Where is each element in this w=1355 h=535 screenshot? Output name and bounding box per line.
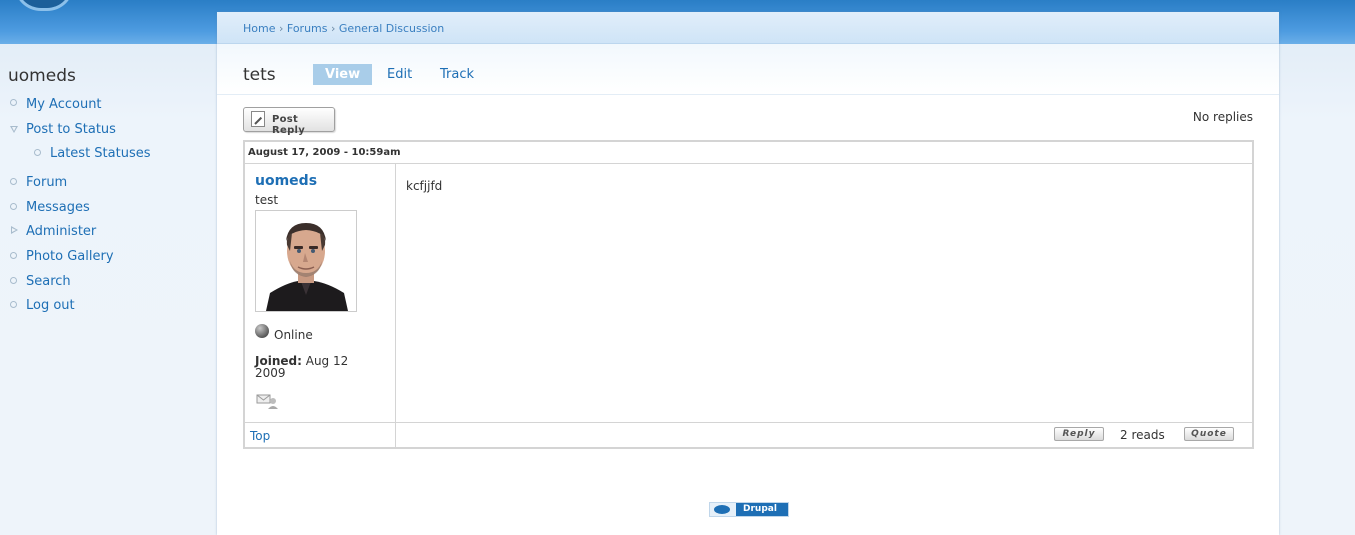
post-content: kcfjjfd [406, 179, 443, 193]
collapsed-triangle-icon [11, 226, 18, 234]
author-name-link[interactable]: uomeds [255, 173, 317, 189]
bullet-icon [10, 99, 17, 106]
expanded-triangle-icon [10, 126, 18, 133]
sidebar-item-my-account[interactable]: My Account [26, 97, 102, 112]
page-title: tets [243, 65, 276, 85]
main-content: Home › Forums › General Discussion tets … [217, 12, 1279, 535]
tab-track[interactable]: Track [430, 64, 484, 85]
page: uomeds My Account Post to Status Latest … [0, 0, 1355, 535]
post-date: August 17, 2009 - 10:59am [248, 147, 401, 158]
breadcrumb-home[interactable]: Home [243, 22, 275, 35]
title-bar: tets View Edit Track [217, 44, 1279, 95]
sidebar-item-log-out[interactable]: Log out [26, 298, 75, 313]
joined-date: Joined: Aug 12 2009 [255, 355, 375, 379]
post-date-header: August 17, 2009 - 10:59am [245, 142, 1252, 164]
breadcrumb-bar: Home › Forums › General Discussion [217, 12, 1279, 44]
post-reply-button[interactable]: Post Reply [243, 107, 335, 136]
author-role: test [255, 193, 279, 207]
breadcrumb: Home › Forums › General Discussion [243, 22, 444, 35]
forum-post: August 17, 2009 - 10:59am uomeds test On… [243, 140, 1254, 449]
breadcrumb-general-discussion[interactable]: General Discussion [339, 22, 444, 35]
bullet-icon [10, 178, 17, 185]
powered-by-drupal-badge[interactable]: Drupal [709, 502, 789, 517]
quote-button[interactable]: Quote [1184, 427, 1234, 441]
sidebar-item-post-to-status[interactable]: Post to Status [26, 122, 116, 137]
bullet-icon [34, 149, 41, 156]
post-reply-label: Post Reply [272, 114, 306, 136]
sidebar-item-latest-statuses[interactable]: Latest Statuses [50, 146, 151, 161]
send-message-icon[interactable] [256, 393, 278, 409]
post-footer: Top Reply 2 reads Quote [245, 422, 1252, 448]
read-count: 2 reads [1120, 428, 1165, 442]
breadcrumb-forums[interactable]: Forums [287, 22, 328, 35]
drupal-badge-label: Drupal [743, 504, 777, 514]
drupal-drop-icon [710, 503, 736, 516]
online-status: Online [274, 328, 313, 342]
post-footer-left: Top [245, 423, 396, 448]
sidebar-item-administer[interactable]: Administer [26, 224, 96, 239]
top-link-label: Top [250, 429, 271, 443]
replies-status: No replies [1192, 110, 1253, 124]
tab-edit[interactable]: Edit [377, 64, 422, 85]
sidebar: uomeds My Account Post to Status Latest … [0, 44, 217, 535]
avatar-portrait-icon [256, 211, 356, 311]
bullet-icon [10, 252, 17, 259]
sidebar-item-messages[interactable]: Messages [26, 200, 90, 215]
bullet-icon [10, 301, 17, 308]
breadcrumb-separator: › [278, 22, 284, 35]
bullet-icon [10, 203, 17, 210]
bullet-icon [10, 277, 17, 284]
sidebar-item-forum[interactable]: Forum [26, 175, 67, 190]
reply-button[interactable]: Reply [1054, 427, 1104, 441]
edit-pencil-icon [251, 111, 265, 127]
drupal-logo-icon[interactable] [14, 0, 74, 11]
avatar[interactable] [255, 210, 357, 312]
sidebar-title: uomeds [8, 66, 76, 86]
online-status-icon [255, 324, 269, 338]
sidebar-item-photo-gallery[interactable]: Photo Gallery [26, 249, 114, 264]
breadcrumb-separator: › [331, 22, 336, 35]
post-body: kcfjjfd [396, 164, 1252, 422]
tab-view[interactable]: View [313, 64, 373, 85]
sidebar-item-search[interactable]: Search [26, 274, 71, 289]
post-author-column: uomeds test Online Joined: Aug 12 2009 [245, 164, 396, 422]
